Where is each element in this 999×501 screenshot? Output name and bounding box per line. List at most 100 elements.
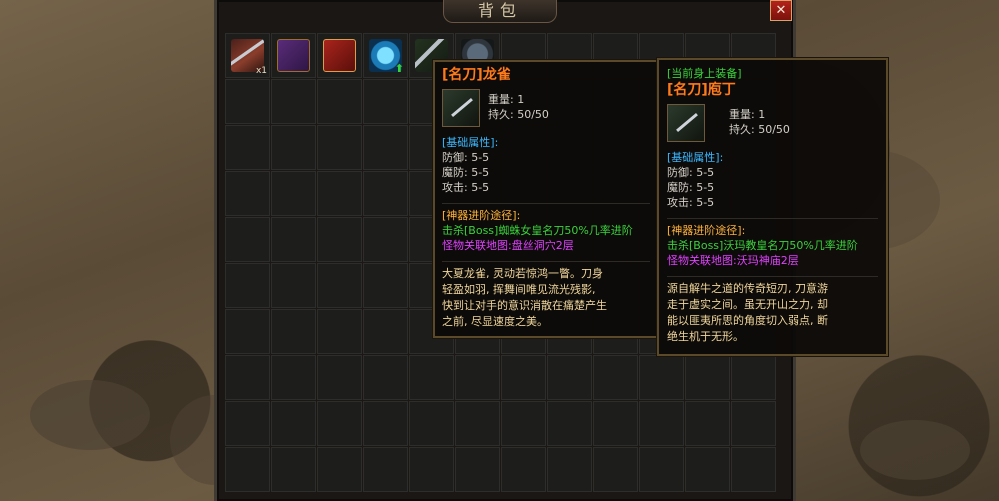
inventory-slot[interactable] — [225, 309, 270, 354]
inventory-slot[interactable] — [731, 401, 776, 446]
background-rock — [860, 420, 970, 480]
equipped-description: 源自解牛之道的传奇短刃, 刀意游 走于虚实之间。虽无开山之力, 却 能以匪夷所思… — [667, 276, 878, 345]
purple-book-icon[interactable] — [277, 39, 310, 72]
desc-line: 走于虚实之间。虽无开山之力, 却 — [667, 298, 828, 311]
stat-defense: 防御: 5-5 — [442, 151, 490, 164]
inventory-slot[interactable] — [409, 447, 454, 492]
inventory-slot[interactable] — [363, 447, 408, 492]
red-book-icon[interactable] — [323, 39, 356, 72]
desc-line: 能以匪夷所思的角度切入弱点, 断 — [667, 314, 828, 327]
equipped-weight: 重量: 1 — [729, 108, 766, 121]
inventory-slot[interactable] — [731, 447, 776, 492]
inventory-slot[interactable] — [455, 447, 500, 492]
blade-icon — [667, 104, 705, 142]
inventory-slot[interactable] — [731, 355, 776, 400]
blade-icon — [442, 89, 480, 127]
inventory-slot[interactable] — [271, 355, 316, 400]
inventory-slot[interactable] — [271, 263, 316, 308]
equipped-upgrade-condition: 击杀[Boss]沃玛教皇名刀50%几率进阶 — [667, 239, 858, 252]
close-button[interactable]: ✕ — [770, 0, 792, 21]
item-quantity: x1 — [255, 66, 267, 76]
inventory-slot[interactable] — [363, 217, 408, 262]
inventory-slot[interactable] — [317, 263, 362, 308]
equipped-tooltip: [当前身上装备] [名刀]庖丁 重量: 1 持久: 50/50 [基础属性]: … — [657, 58, 888, 356]
item-description: 大夏龙雀, 灵动若惊鸿一瞥。刀身 轻盈如羽, 挥舞间唯见流光残影, 快到让对手的… — [442, 261, 650, 330]
inventory-slot[interactable] — [593, 401, 638, 446]
inventory-slot[interactable] — [593, 355, 638, 400]
inventory-slot[interactable] — [685, 355, 730, 400]
inventory-slot[interactable] — [317, 447, 362, 492]
inventory-slot[interactable] — [501, 401, 546, 446]
inventory-slot[interactable] — [547, 355, 592, 400]
inventory-slot[interactable] — [639, 447, 684, 492]
inventory-slot[interactable] — [409, 355, 454, 400]
inventory-slot[interactable] — [501, 355, 546, 400]
item-name: [名刀]龙雀 — [442, 67, 511, 83]
inventory-slot[interactable] — [271, 79, 316, 124]
upgrade-path-title: [神器进阶途径]: — [442, 209, 521, 222]
stat-magic-defense: 魔防: 5-5 — [442, 166, 490, 179]
inventory-slot[interactable] — [225, 401, 270, 446]
inventory-slot[interactable] — [225, 171, 270, 216]
inventory-slot[interactable]: ⬆ — [363, 33, 408, 78]
inventory-slot[interactable] — [271, 309, 316, 354]
inventory-slot[interactable] — [225, 125, 270, 170]
inventory-slot[interactable] — [225, 355, 270, 400]
inventory-slot[interactable] — [271, 447, 316, 492]
inventory-slot[interactable] — [271, 33, 316, 78]
inventory-slot[interactable] — [317, 79, 362, 124]
desc-line: 之前, 尽显速度之美。 — [442, 315, 548, 328]
desc-line: 源自解牛之道的传奇短刃, 刀意游 — [667, 282, 828, 295]
stat-attack: 攻击: 5-5 — [442, 181, 490, 194]
inventory-slot[interactable] — [363, 309, 408, 354]
inventory-slot[interactable] — [685, 401, 730, 446]
inventory-slot[interactable] — [317, 33, 362, 78]
equipped-stat-magic-defense: 魔防: 5-5 — [667, 181, 715, 194]
equipped-base-attributes-title: [基础属性]: — [667, 151, 724, 164]
background-rock — [30, 380, 150, 450]
inventory-slot[interactable] — [363, 125, 408, 170]
inventory-slot[interactable] — [317, 125, 362, 170]
inventory-slot[interactable] — [317, 309, 362, 354]
inventory-slot[interactable] — [363, 171, 408, 216]
inventory-slot[interactable] — [363, 263, 408, 308]
equipped-stat-defense: 防御: 5-5 — [667, 166, 715, 179]
inventory-slot[interactable] — [271, 217, 316, 262]
inventory-slot[interactable] — [271, 401, 316, 446]
inventory-slot[interactable] — [225, 217, 270, 262]
inventory-slot[interactable] — [639, 355, 684, 400]
desc-line: 轻盈如羽, 挥舞间唯见流光残影, — [442, 283, 596, 296]
inventory-slot[interactable] — [363, 79, 408, 124]
desc-line: 快到让对手的意识消散在痛楚产生 — [442, 299, 607, 312]
equipped-stat-attack: 攻击: 5-5 — [667, 196, 715, 209]
upgrade-condition: 击杀[Boss]蜘蛛女皇名刀50%几率进阶 — [442, 224, 633, 237]
inventory-slot[interactable] — [317, 171, 362, 216]
equipped-durability: 持久: 50/50 — [729, 123, 790, 136]
inventory-slot[interactable] — [317, 355, 362, 400]
inventory-slot[interactable] — [271, 125, 316, 170]
inventory-slot[interactable] — [363, 401, 408, 446]
inventory-slot[interactable] — [363, 355, 408, 400]
inventory-slot[interactable] — [225, 79, 270, 124]
inventory-slot[interactable] — [409, 401, 454, 446]
inventory-slot[interactable] — [271, 171, 316, 216]
equipped-upgrade-path-title: [神器进阶途径]: — [667, 224, 746, 237]
inventory-slot[interactable] — [455, 355, 500, 400]
inventory-slot[interactable] — [501, 447, 546, 492]
inventory-slot[interactable] — [685, 447, 730, 492]
inventory-slot[interactable] — [593, 447, 638, 492]
inventory-slot[interactable] — [225, 447, 270, 492]
inventory-slot[interactable] — [317, 217, 362, 262]
item-tooltip: [名刀]龙雀 重量: 1 持久: 50/50 [基础属性]: 防御: 5-5 魔… — [433, 60, 659, 338]
inventory-slot[interactable] — [225, 263, 270, 308]
panel-title: 背包 — [443, 0, 557, 23]
upgrade-arrow-icon: ⬆ — [394, 62, 404, 75]
desc-line: 大夏龙雀, 灵动若惊鸿一瞥。刀身 — [442, 267, 603, 280]
inventory-slot[interactable] — [547, 447, 592, 492]
inventory-slot[interactable] — [455, 401, 500, 446]
inventory-slot[interactable] — [317, 401, 362, 446]
inventory-slot[interactable] — [639, 401, 684, 446]
inventory-slot[interactable] — [547, 401, 592, 446]
desc-line: 绝生机于无形。 — [667, 330, 744, 343]
inventory-slot[interactable]: x1 — [225, 33, 270, 78]
